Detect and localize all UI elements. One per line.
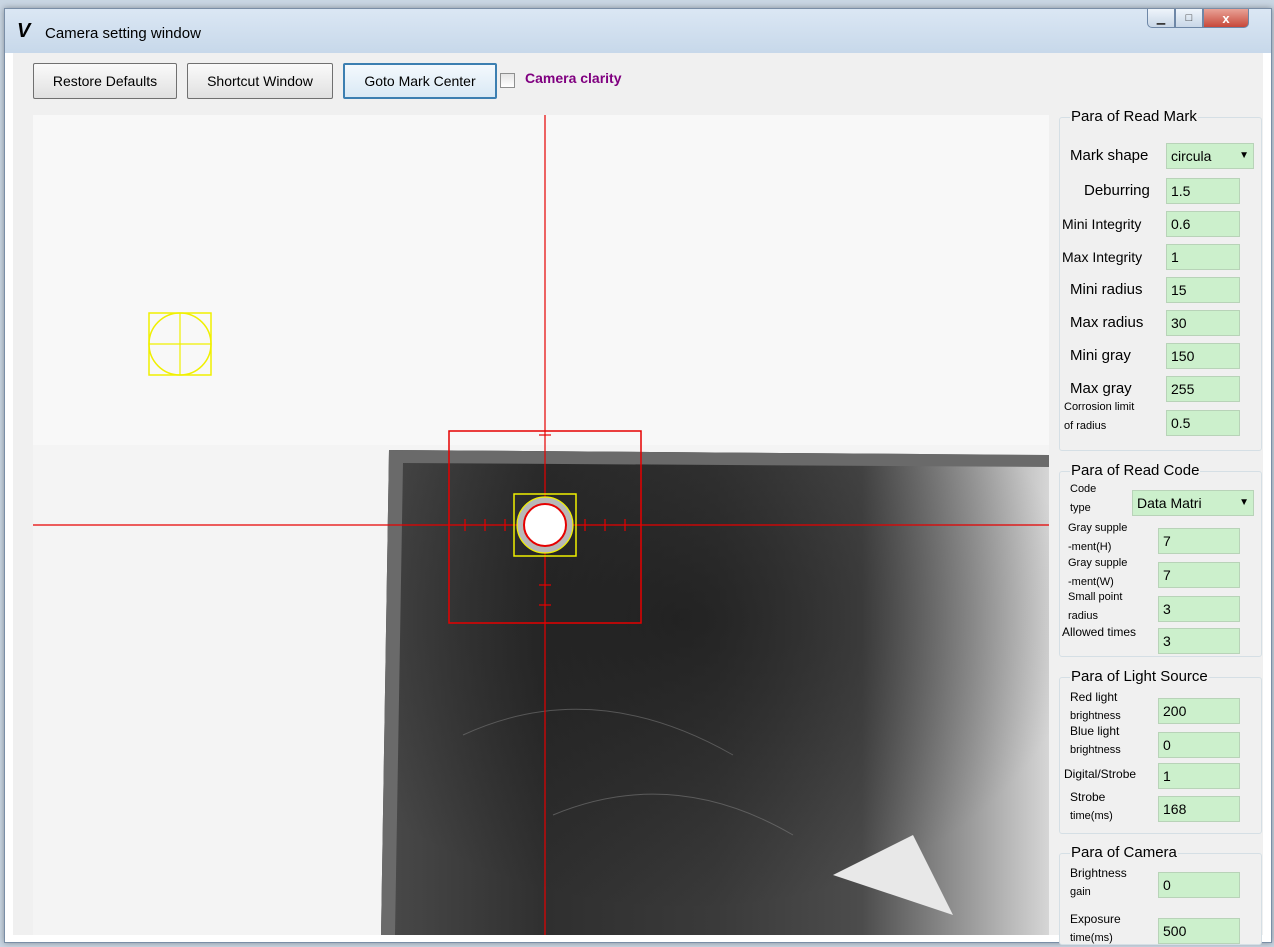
gray-w-field[interactable]: 7 [1158, 562, 1240, 588]
chevron-down-icon: ▼ [1239, 150, 1249, 161]
maximize-button[interactable]: □ [1175, 9, 1203, 28]
gray-w-label-line1: Gray supple [1068, 557, 1128, 569]
strobe-time-field[interactable]: 168 [1158, 796, 1240, 822]
max-gray-field[interactable]: 255 [1166, 376, 1240, 402]
mini-integrity-field[interactable]: 0.6 [1166, 211, 1240, 237]
corrosion-label-line1: Corrosion limit [1064, 401, 1135, 413]
title-bar[interactable]: V Camera setting window ▁ □ x [5, 9, 1271, 53]
gray-h-label-line1: Gray supple [1068, 522, 1128, 534]
max-radius-label: Max radius [1070, 314, 1144, 331]
max-integrity-label: Max Integrity [1062, 249, 1143, 265]
camera-clarity-checkbox[interactable] [500, 73, 515, 88]
gray-h-field[interactable]: 7 [1158, 528, 1240, 554]
code-type-value: Data Matri [1137, 495, 1202, 511]
small-point-field[interactable]: 3 [1158, 596, 1240, 622]
minimize-button[interactable]: ▁ [1147, 9, 1175, 28]
read-code-title: Para of Read Code [1070, 462, 1201, 479]
chevron-down-icon: ▼ [1239, 497, 1249, 508]
corrosion-field[interactable]: 0.5 [1166, 410, 1240, 436]
deburring-label: Deburring [1084, 182, 1150, 199]
max-radius-field[interactable]: 30 [1166, 310, 1240, 336]
mini-gray-label: Mini gray [1070, 347, 1131, 364]
mark-shape-select[interactable]: circula ▼ [1166, 143, 1254, 169]
red-light-label-line1: Red light [1070, 690, 1118, 704]
red-light-field[interactable]: 200 [1158, 698, 1240, 724]
exposure-label-line2: time(ms) [1070, 932, 1113, 944]
blue-light-label-line2: brightness [1070, 744, 1121, 756]
read-mark-panel: Para of Read Mark Mark shape circula ▼ De… [1059, 108, 1262, 451]
camera-panel-title: Para of Camera [1070, 844, 1178, 861]
mini-integrity-label: Mini Integrity [1062, 216, 1142, 232]
client-area: Restore Defaults Shortcut Window Goto Ma… [13, 53, 1263, 945]
small-point-label-line1: Small point [1068, 591, 1123, 603]
camera-panel: Para of Camera Brightness gain 0 Exposur… [1059, 844, 1262, 945]
shortcut-window-button[interactable]: Shortcut Window [187, 63, 333, 99]
corrosion-label-line2: of radius [1064, 420, 1107, 432]
deburring-field[interactable]: 1.5 [1166, 178, 1240, 204]
brightness-gain-label-line1: Brightness [1070, 866, 1127, 880]
exposure-label-line1: Exposure [1070, 912, 1121, 926]
plate-shadow [381, 450, 1049, 935]
allowed-times-label: Allowed times [1062, 625, 1137, 639]
mark-hole [523, 503, 567, 547]
digital-strobe-field[interactable]: 1 [1158, 763, 1240, 789]
brightness-gain-label-line2: gain [1070, 886, 1091, 898]
strobe-time-label-line2: time(ms) [1070, 810, 1113, 822]
window-controls: ▁ □ x [1147, 9, 1249, 29]
restore-defaults-button[interactable]: Restore Defaults [33, 63, 177, 99]
goto-mark-center-button[interactable]: Goto Mark Center [343, 63, 497, 99]
close-button[interactable]: x [1203, 9, 1249, 28]
close-icon: x [1222, 10, 1230, 26]
window-title: Camera setting window [45, 25, 201, 42]
max-gray-label: Max gray [1070, 380, 1132, 397]
mark-shape-label: Mark shape [1070, 147, 1149, 164]
camera-clarity-label: Camera clarity [525, 70, 622, 86]
mini-radius-field[interactable]: 15 [1166, 277, 1240, 303]
camera-view[interactable] [33, 115, 1049, 935]
brightness-gain-field[interactable]: 0 [1158, 872, 1240, 898]
code-type-label-line2: type [1070, 502, 1091, 514]
minimize-icon: ▁ [1156, 12, 1166, 25]
mini-radius-label: Mini radius [1070, 281, 1143, 298]
max-integrity-field[interactable]: 1 [1166, 244, 1240, 270]
camera-setting-window: V Camera setting window ▁ □ x Restore De… [4, 8, 1272, 945]
light-source-panel: Para of Light Source Red light brightnes… [1059, 668, 1262, 834]
blue-light-field[interactable]: 0 [1158, 732, 1240, 758]
strobe-time-label-line1: Strobe [1070, 790, 1106, 804]
maximize-icon: □ [1185, 12, 1193, 24]
exposure-field[interactable]: 500 [1158, 918, 1240, 944]
code-type-select[interactable]: Data Matri ▼ [1132, 490, 1254, 516]
v-logo-icon: V [17, 20, 31, 42]
read-mark-title: Para of Read Mark [1070, 108, 1198, 125]
code-type-label-line1: Code [1070, 483, 1097, 495]
camera-image [33, 115, 1049, 935]
mini-gray-field[interactable]: 150 [1166, 343, 1240, 369]
allowed-times-field[interactable]: 3 [1158, 628, 1240, 654]
read-code-panel: Para of Read Code Code type Data Matri ▼ … [1059, 462, 1262, 657]
digital-strobe-label: Digital/Strobe [1064, 767, 1137, 781]
blue-light-label-line1: Blue light [1070, 724, 1120, 738]
background-highlight [33, 115, 1049, 445]
light-source-title: Para of Light Source [1070, 668, 1209, 685]
mark-shape-value: circula [1171, 148, 1212, 164]
